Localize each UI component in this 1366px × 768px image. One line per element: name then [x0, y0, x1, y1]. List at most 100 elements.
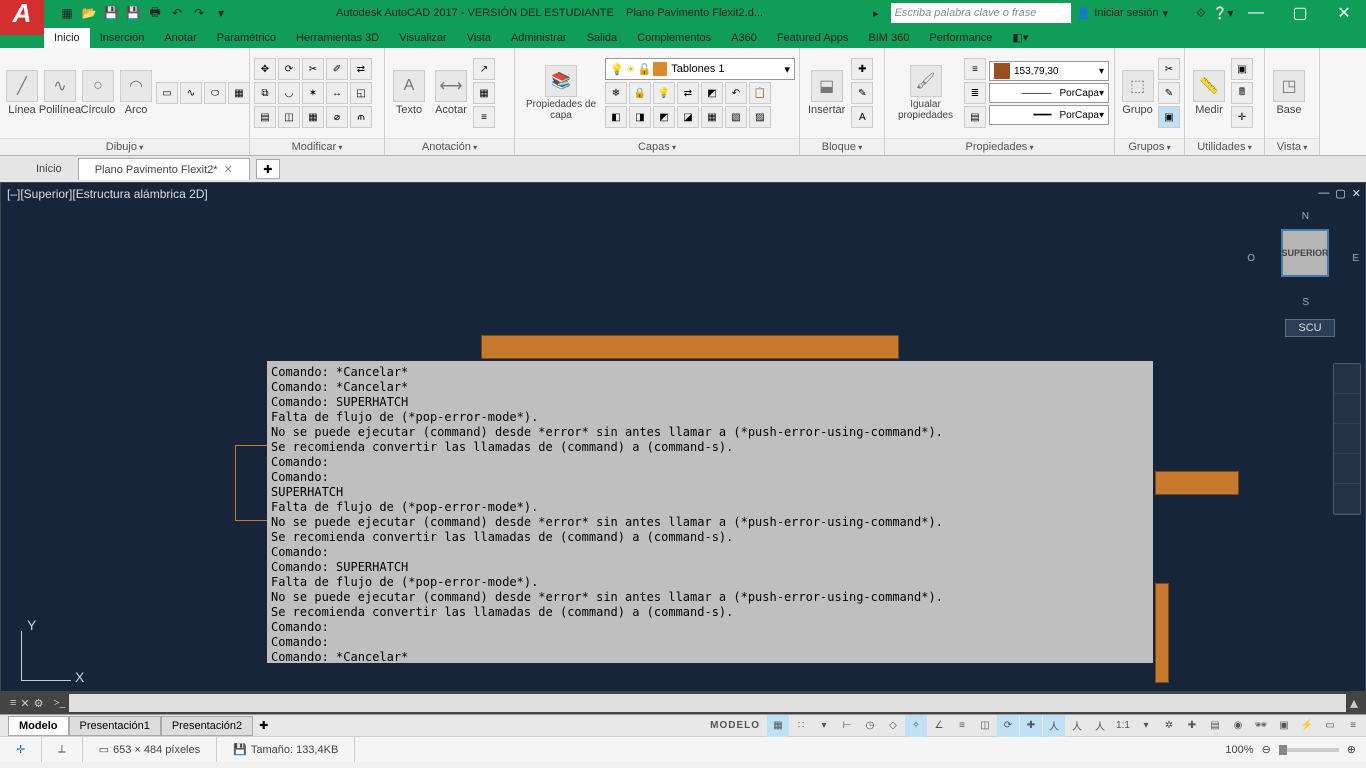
print-icon[interactable]: 🖶: [144, 2, 166, 24]
vp-restore-icon[interactable]: ▢: [1333, 185, 1347, 202]
scu-label[interactable]: SCU: [1285, 319, 1335, 337]
undo-icon[interactable]: ↶: [166, 2, 188, 24]
copy-icon[interactable]: ⧉: [254, 82, 276, 104]
panel-anotacion[interactable]: Anotación: [385, 138, 514, 155]
ribbon-minimize-button[interactable]: ◧▾: [1002, 27, 1038, 48]
tab-herramientas3d[interactable]: Herramientas 3D: [286, 28, 389, 48]
cycling-toggle[interactable]: ⟳: [997, 715, 1019, 737]
layer-properties-button[interactable]: 📚Propiedades de capa: [519, 63, 603, 123]
drawing-canvas[interactable]: [–][Superior][Estructura alámbrica 2D] —…: [0, 182, 1366, 692]
window-restore-button[interactable]: ▢: [1278, 0, 1322, 26]
dyn-toggle[interactable]: ✚: [1020, 715, 1042, 737]
layer-b3-icon[interactable]: ◩: [653, 106, 675, 128]
transp-toggle[interactable]: ◫: [974, 715, 996, 737]
group-sel-icon[interactable]: ▣: [1158, 106, 1180, 128]
rotate-icon[interactable]: ⟳: [278, 58, 300, 80]
layer-b2-icon[interactable]: ◨: [629, 106, 651, 128]
orbit-icon[interactable]: [1334, 454, 1360, 484]
prop-list-icon[interactable]: ≡: [964, 58, 986, 80]
keyword-search-input[interactable]: Escriba palabra clave o frase: [891, 3, 1071, 23]
layout-tab-p1[interactable]: Presentación1: [69, 716, 161, 736]
color-dropdown[interactable]: 153,79,30▾: [989, 61, 1109, 81]
polar-toggle[interactable]: ◷: [859, 715, 881, 737]
cmdline-history-icon[interactable]: ≡: [10, 697, 16, 710]
tab-a360[interactable]: A360: [721, 28, 767, 48]
custom-toggle[interactable]: ≡: [1342, 715, 1364, 737]
model-space-toggle[interactable]: MODELO: [704, 720, 766, 731]
anno-vis-toggle[interactable]: 人: [1089, 715, 1111, 737]
edit-block-icon[interactable]: ✎: [851, 82, 873, 104]
layout-tab-model[interactable]: Modelo: [8, 716, 69, 736]
clean-screen-toggle[interactable]: ▭: [1319, 715, 1341, 737]
redo-icon[interactable]: ↷: [188, 2, 210, 24]
layer-off-icon[interactable]: 💡: [653, 82, 675, 104]
otrack-toggle[interactable]: ∠: [928, 715, 950, 737]
new-tab-button[interactable]: ✚: [256, 159, 280, 179]
layer-lock-icon[interactable]: 🔒: [629, 82, 651, 104]
auto-scale-toggle[interactable]: 人: [1066, 715, 1088, 737]
layer-state-icon[interactable]: 📋: [749, 82, 771, 104]
prop-list2-icon[interactable]: ≣: [964, 82, 986, 104]
panel-grupos[interactable]: Grupos: [1115, 138, 1184, 155]
vp-minimize-icon[interactable]: —: [1316, 185, 1331, 202]
arc-button[interactable]: ◠Arco: [118, 68, 154, 118]
linetype-dropdown[interactable]: ———PorCapa ▾: [989, 83, 1109, 103]
tab-bim360[interactable]: BIM 360: [858, 28, 919, 48]
ortho-toggle[interactable]: ⊢: [836, 715, 858, 737]
layer-b4-icon[interactable]: ◪: [677, 106, 699, 128]
open-icon[interactable]: 📂: [78, 2, 100, 24]
zoom-in-button[interactable]: ⊕: [1347, 743, 1356, 756]
mirror-icon[interactable]: ⇄: [350, 58, 372, 80]
viewcube-south[interactable]: S: [1302, 297, 1309, 308]
anno-monitor-toggle[interactable]: ✚: [1181, 715, 1203, 737]
rect-icon[interactable]: ▭: [156, 82, 178, 104]
create-block-icon[interactable]: ✚: [851, 58, 873, 80]
doc-tab-home[interactable]: Inicio: [20, 159, 78, 179]
idpoint-icon[interactable]: ✛: [1231, 106, 1253, 128]
cmdline-close-icon[interactable]: ✕: [20, 697, 29, 710]
vp-close-icon[interactable]: ✕: [1350, 185, 1363, 202]
spline-icon[interactable]: ∿: [180, 82, 202, 104]
tab-inicio[interactable]: Inicio: [44, 28, 90, 48]
tab-insercion[interactable]: Inserción: [90, 28, 155, 48]
text-button[interactable]: ATexto: [389, 68, 429, 118]
doc-tab-file[interactable]: Plano Pavimento Flexit2*✕: [78, 158, 250, 180]
viewcube-north[interactable]: N: [1302, 211, 1309, 222]
ellipse-icon[interactable]: ⬭: [204, 82, 226, 104]
layer-b5-icon[interactable]: ▦: [701, 106, 723, 128]
hardware-accel-toggle[interactable]: ⚡: [1296, 715, 1318, 737]
lockui-toggle[interactable]: 🕶: [1250, 715, 1272, 737]
quickprops-toggle[interactable]: ◉: [1227, 715, 1249, 737]
saveas-icon[interactable]: 💾: [122, 2, 144, 24]
snap-toggle[interactable]: ∷: [790, 715, 812, 737]
help-icon[interactable]: ❔▾: [1212, 2, 1234, 24]
panel-modificar[interactable]: Modificar: [250, 138, 384, 155]
match-properties-button[interactable]: 🖌Igualar propiedades: [889, 63, 962, 123]
group-button[interactable]: ⬚Grupo: [1119, 68, 1156, 118]
panel-bloque[interactable]: Bloque: [800, 138, 884, 155]
zoom-icon[interactable]: [1334, 424, 1360, 454]
panel-capas[interactable]: Capas: [515, 138, 799, 155]
panel-propiedades[interactable]: Propiedades: [885, 138, 1114, 155]
hatch-icon[interactable]: ▦: [228, 82, 250, 104]
selectall-icon[interactable]: ▣: [1231, 58, 1253, 80]
app-menu-button[interactable]: [0, 0, 44, 35]
quickcalc-icon[interactable]: 🖩: [1231, 82, 1253, 104]
layout-tab-p2[interactable]: Presentación2: [161, 716, 253, 736]
tab-performance[interactable]: Performance: [919, 28, 1002, 48]
layer-freeze-icon[interactable]: ❄: [605, 82, 627, 104]
sign-in-button[interactable]: 👤Iniciar sesión▾: [1077, 7, 1168, 20]
trim-icon[interactable]: ✂: [302, 58, 324, 80]
osnap-toggle[interactable]: ✧: [905, 715, 927, 737]
isodraft-toggle[interactable]: ◇: [882, 715, 904, 737]
qat-dropdown-icon[interactable]: ▾: [210, 2, 232, 24]
scale-icon[interactable]: ◱: [350, 82, 372, 104]
align-icon[interactable]: ▦: [302, 106, 324, 128]
base-button[interactable]: ◳Base: [1269, 68, 1309, 118]
units-toggle[interactable]: ▤: [1204, 715, 1226, 737]
stretch-icon[interactable]: ↔: [326, 82, 348, 104]
layer-b6-icon[interactable]: ▧: [725, 106, 747, 128]
scale-button[interactable]: 1:1: [1112, 715, 1134, 737]
tab-close-icon[interactable]: ✕: [224, 163, 233, 176]
pan-icon[interactable]: [1334, 394, 1360, 424]
